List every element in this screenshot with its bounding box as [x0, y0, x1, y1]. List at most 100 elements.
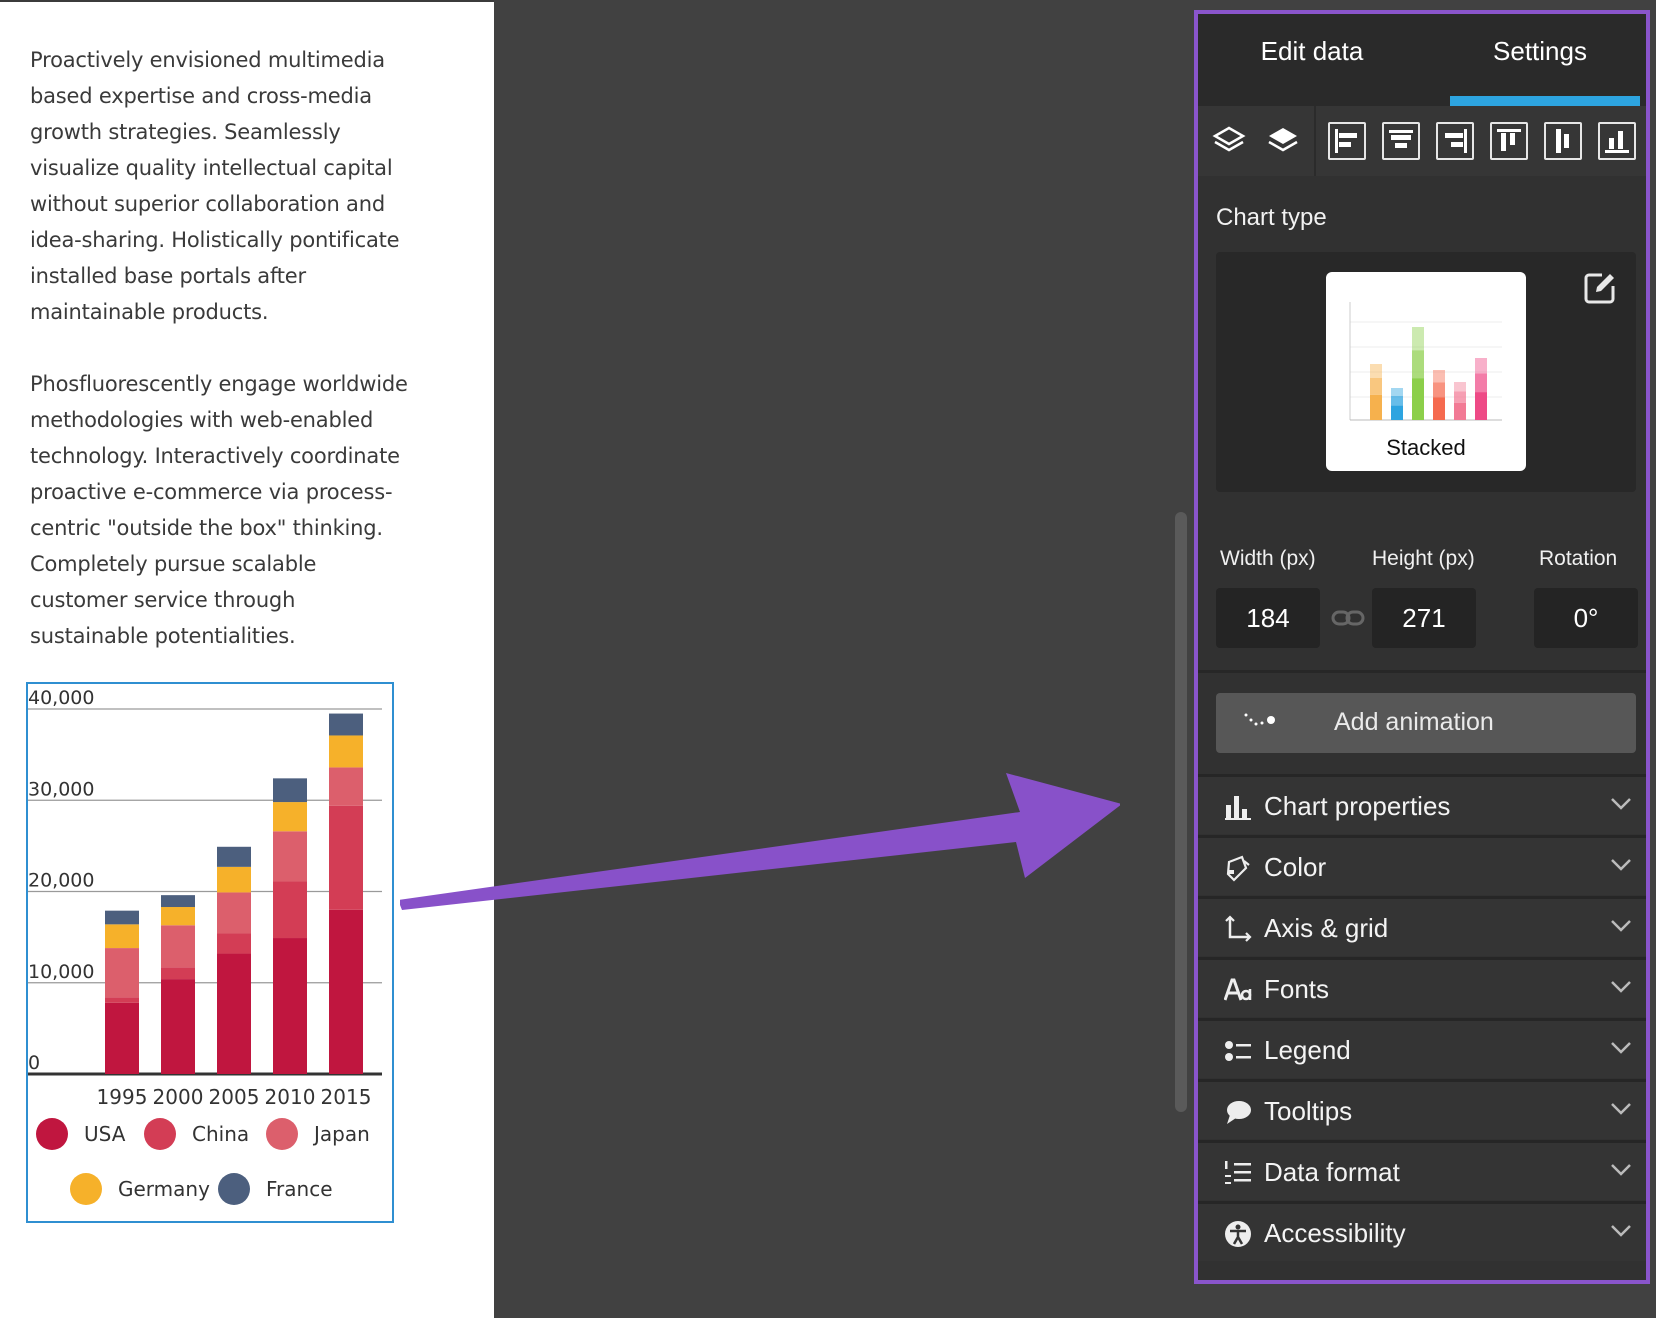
bar-segment [105, 997, 139, 1003]
section-tooltips[interactable]: Tooltips [1198, 1079, 1646, 1139]
chevron-down-icon [1611, 798, 1631, 810]
x-tick-label: 2000 [153, 1085, 204, 1109]
width-label: Width (px) [1220, 547, 1316, 570]
chevron-down-icon [1611, 920, 1631, 932]
legend-swatch [70, 1173, 102, 1205]
annotation-arrow [400, 773, 1120, 910]
paragraph-1[interactable]: Proactively envisioned multimedia based … [30, 42, 410, 330]
legend-swatch [144, 1118, 176, 1150]
y-tick-label: 20,000 [28, 870, 94, 892]
thumb-bar-segment [1433, 370, 1445, 383]
bar-segment [217, 866, 251, 893]
bar-segment [217, 892, 251, 934]
section-chart-properties[interactable]: Chart properties [1198, 774, 1646, 834]
thumb-bar-segment [1412, 327, 1424, 351]
height-label: Height (px) [1372, 547, 1475, 570]
add-animation-label: Add animation [1334, 708, 1494, 736]
align-right-icon[interactable] [1436, 122, 1474, 160]
align-center-icon[interactable] [1382, 122, 1420, 160]
align-left-icon[interactable] [1328, 122, 1366, 160]
legend-icon [1225, 1041, 1251, 1061]
chart-type-card: Stacked [1216, 252, 1636, 492]
thumb-bar-segment [1370, 378, 1382, 395]
paragraph-2[interactable]: Phosfluorescently engage worldwide metho… [30, 366, 410, 654]
bar-segment [329, 713, 363, 736]
legend-swatch [218, 1173, 250, 1205]
chevron-down-icon [1611, 859, 1631, 871]
bar-segment [161, 967, 195, 980]
section-fonts[interactable]: Fonts [1198, 957, 1646, 1017]
bar-segment [217, 933, 251, 954]
section-label: Color [1264, 852, 1327, 882]
legend-label: China [192, 1122, 249, 1146]
tab-settings[interactable]: Settings [1426, 14, 1654, 106]
chevron-down-icon [1611, 1164, 1631, 1176]
section-label: Tooltips [1264, 1096, 1353, 1126]
section-axis-grid[interactable]: Axis & grid [1198, 896, 1646, 956]
font-icon [1224, 978, 1252, 1001]
section-label: Fonts [1264, 974, 1330, 1004]
thumb-bar-segment [1370, 394, 1382, 420]
rotation-input[interactable] [1534, 588, 1638, 648]
section-data-format[interactable]: Data format [1198, 1140, 1646, 1200]
chevron-down-icon [1611, 1103, 1631, 1115]
accessibility-icon [1225, 1221, 1251, 1247]
height-input[interactable] [1372, 588, 1476, 648]
thumb-bar-segment [1454, 391, 1466, 403]
toolbar-separator [1314, 106, 1316, 176]
thumb-bar-segment [1412, 350, 1424, 379]
bar-segment [105, 948, 139, 998]
align-top-icon[interactable] [1490, 122, 1528, 160]
x-tick-label: 2015 [321, 1085, 372, 1109]
thumb-bar-segment [1433, 382, 1445, 398]
bar-segment [329, 909, 363, 1074]
legend-label: France [266, 1177, 333, 1201]
thumb-bar-segment [1391, 405, 1403, 420]
bar-segment [105, 1002, 139, 1074]
stacked-bar-chart[interactable]: 40,000 30,000 20,000 10,000 0 1995 2000 2005 201… [26, 682, 394, 1223]
bar-chart-icon [1225, 796, 1251, 820]
y-tick-label: 30,000 [28, 778, 94, 800]
add-animation-button[interactable]: Add animation [1216, 693, 1636, 753]
send-backward-icon[interactable] [1264, 122, 1302, 160]
y-tick-label: 0 [28, 1052, 40, 1074]
legend-label: Japan [312, 1122, 370, 1146]
align-bottom-icon[interactable] [1598, 122, 1636, 160]
panel-tabs: Edit data Settings [1198, 14, 1646, 106]
align-middle-icon[interactable] [1544, 122, 1582, 160]
bar-segment [161, 895, 195, 908]
chart-type-label: Chart type [1216, 204, 1327, 231]
section-legend[interactable]: Legend [1198, 1018, 1646, 1078]
section-label: Legend [1264, 1035, 1351, 1065]
bar-segment [329, 767, 363, 806]
thumb-bar-segment [1475, 373, 1487, 393]
width-input[interactable] [1216, 588, 1320, 648]
bar-segment [273, 778, 307, 803]
edit-icon[interactable] [1582, 270, 1618, 306]
legend-label: Germany [118, 1177, 210, 1201]
canvas-scrollbar[interactable] [1175, 512, 1187, 1112]
bring-forward-icon[interactable] [1210, 122, 1248, 160]
chart-type-thumbnail[interactable]: Stacked [1326, 272, 1526, 471]
bar-segment [273, 831, 307, 882]
bar-segment [161, 979, 195, 1074]
thumb-bar-segment [1391, 396, 1403, 406]
stacked-chart-preview-icon [1349, 302, 1502, 421]
chart-svg: 40,00030,00020,00010,00001995 2000 2005 201… [28, 687, 382, 1205]
link-dimensions-icon[interactable] [1331, 608, 1365, 628]
bar-segment [329, 735, 363, 768]
thumb-bar-segment [1454, 402, 1466, 420]
section-color[interactable]: Color [1198, 835, 1646, 895]
x-tick-label: 1995 [97, 1085, 148, 1109]
section-accessibility[interactable]: Accessibility [1198, 1201, 1646, 1261]
thumb-bar-segment [1370, 364, 1382, 378]
animation-path-icon [1244, 713, 1275, 726]
x-tick-label: 2005 [209, 1085, 260, 1109]
numbered-list-icon [1225, 1161, 1251, 1184]
thumb-bar-segment [1475, 392, 1487, 420]
settings-panel: Edit data Settings Chart type Stacked Wi… [1194, 10, 1650, 1284]
chart-type-name: Stacked [1386, 435, 1466, 460]
thumb-bar-segment [1433, 397, 1445, 420]
tab-edit-data[interactable]: Edit data [1198, 14, 1426, 106]
section-label: Data format [1264, 1157, 1400, 1187]
